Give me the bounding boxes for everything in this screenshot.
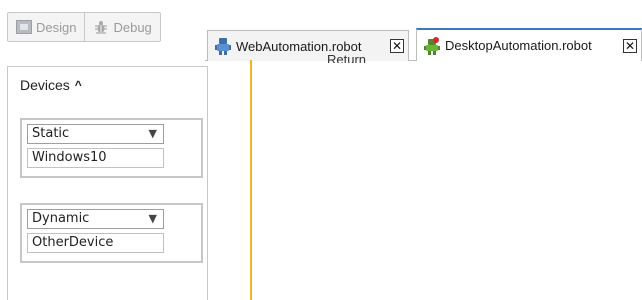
mode-switch: Design Debug (7, 12, 161, 42)
panel-title: Devices (20, 77, 70, 93)
devices-header[interactable]: Devices ^ (20, 77, 82, 93)
close-tab-button[interactable]: ✕ (623, 38, 637, 53)
return-step-label: Return (327, 53, 367, 63)
tab-web-automation[interactable]: WebAutomation.robot ✕ (207, 30, 409, 61)
design-label: Design (36, 19, 77, 35)
device-name-field[interactable]: Windows10 (27, 148, 164, 168)
debug-label: Debug (113, 19, 152, 35)
collapse-caret-icon: ^ (74, 78, 82, 92)
device-entry: Static ▼ Windows10 (20, 118, 203, 178)
close-tab-button[interactable]: ✕ (390, 39, 404, 53)
design-icon (16, 20, 32, 34)
bug-icon (95, 21, 108, 34)
robot-icon (215, 38, 231, 55)
dropdown-arrow-icon: ▼ (148, 212, 157, 225)
tab-label: WebAutomation.robot (236, 38, 362, 54)
close-icon: ✕ (391, 39, 403, 53)
device-name-field[interactable]: OtherDevice (27, 233, 164, 253)
device-type-select[interactable]: Static ▼ (27, 124, 164, 144)
panel-splitter[interactable] (250, 60, 252, 300)
editor-tabs: WebAutomation.robot ✕ DesktopAutomation.… (205, 28, 642, 61)
robot-modified-icon (424, 36, 440, 55)
device-type-value: Static (32, 126, 70, 141)
device-type-select[interactable]: Dynamic ▼ (27, 209, 164, 229)
device-entry: Dynamic ▼ OtherDevice (20, 203, 203, 263)
tab-label: DesktopAutomation.robot (445, 38, 592, 53)
debug-button[interactable]: Debug (84, 13, 159, 41)
editor-canvas[interactable] (252, 61, 642, 300)
device-type-value: Dynamic (32, 211, 90, 226)
tab-desktop-automation[interactable]: DesktopAutomation.robot ✕ (416, 28, 642, 61)
close-icon: ✕ (624, 38, 636, 53)
dropdown-arrow-icon: ▼ (148, 127, 157, 140)
design-button[interactable]: Design (8, 13, 84, 41)
devices-panel: Devices ^ (7, 66, 208, 300)
